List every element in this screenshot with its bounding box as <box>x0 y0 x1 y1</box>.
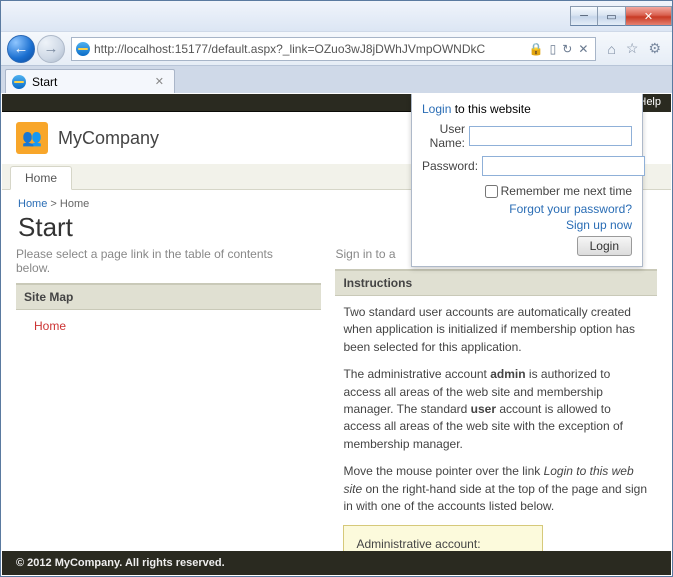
remember-row: Remember me next time <box>422 182 632 200</box>
browser-window: ─ ▭ ✕ ← → 🔒 ▯ ↻ ✕ ⌂ ☆ ⚙ Start ✕ <box>0 0 673 577</box>
remember-label[interactable]: Remember me next time <box>501 184 632 198</box>
login-button[interactable]: Login <box>577 236 632 256</box>
back-button[interactable]: ← <box>7 35 35 63</box>
tab-close-icon[interactable]: ✕ <box>155 75 164 88</box>
instructions-header: Instructions <box>335 269 657 296</box>
logo-icon: 👥 <box>16 122 48 154</box>
sitemap-body: Home <box>16 310 321 343</box>
ie-icon <box>76 42 90 56</box>
home-icon[interactable]: ⌂ <box>607 41 615 57</box>
right-column: Sign in to a Instructions Two standard u… <box>335 245 657 575</box>
window-buttons: ─ ▭ ✕ <box>570 6 672 26</box>
login-popup: Login to this website User Name: Passwor… <box>411 94 643 267</box>
login-links: Forgot your password? Sign up now <box>422 202 632 232</box>
brand-name: MyCompany <box>58 128 159 149</box>
close-button[interactable]: ✕ <box>626 6 672 26</box>
favorites-icon[interactable]: ☆ <box>626 40 639 57</box>
sitemap-header: Site Map <box>16 283 321 310</box>
nav-toolbar: ← → 🔒 ▯ ↻ ✕ ⌂ ☆ ⚙ <box>1 31 672 65</box>
address-bar-tools: 🔒 ▯ ↻ ✕ <box>526 42 592 56</box>
para3: Move the mouse pointer over the link Log… <box>343 463 649 515</box>
login-button-row: Login <box>422 236 632 256</box>
breadcrumb-home[interactable]: Home <box>18 198 47 210</box>
footer: © 2012 MyCompany. All rights reserved. <box>2 551 671 575</box>
remember-checkbox[interactable] <box>485 185 498 198</box>
tab-favicon <box>12 75 26 89</box>
security-icon[interactable]: 🔒 <box>529 42 544 56</box>
minimize-button[interactable]: ─ <box>570 6 598 26</box>
gear-icon[interactable]: ⚙ <box>648 40 661 57</box>
sitemap-home-link[interactable]: Home <box>24 319 66 333</box>
page-viewport: Help 👥 MyCompany Home Home > Home Start … <box>2 94 671 575</box>
left-subtext: Please select a page link in the table o… <box>16 245 321 283</box>
password-label: Password: <box>422 159 482 173</box>
maximize-button[interactable]: ▭ <box>598 6 626 26</box>
refresh-icon[interactable]: ↻ <box>562 42 572 56</box>
tab-title: Start <box>32 75 57 89</box>
password-row: Password: <box>422 156 632 176</box>
url-input[interactable] <box>94 42 526 56</box>
browser-tools: ⌂ ☆ ⚙ <box>602 40 666 57</box>
login-title: Login to this website <box>422 102 632 116</box>
login-title-link[interactable]: Login <box>422 102 451 116</box>
username-row: User Name: <box>422 122 632 150</box>
password-input[interactable] <box>482 156 645 176</box>
tab-home[interactable]: Home <box>10 166 72 190</box>
para1: Two standard user accounts are automatic… <box>343 304 649 356</box>
columns: Please select a page link in the table o… <box>2 245 671 575</box>
breadcrumb-sep: > <box>50 198 59 210</box>
signup-link[interactable]: Sign up now <box>422 218 632 232</box>
para2: The administrative account admin is auth… <box>343 366 649 453</box>
username-input[interactable] <box>469 126 632 146</box>
left-column: Please select a page link in the table o… <box>16 245 321 575</box>
stop-icon[interactable]: ✕ <box>578 42 588 56</box>
browser-tab[interactable]: Start ✕ <box>5 69 175 93</box>
compat-icon[interactable]: ▯ <box>550 42 557 56</box>
address-bar[interactable]: 🔒 ▯ ↻ ✕ <box>71 37 596 61</box>
forgot-password-link[interactable]: Forgot your password? <box>422 202 632 216</box>
breadcrumb-current: Home <box>60 198 89 210</box>
titlebar[interactable]: ─ ▭ ✕ <box>1 1 672 31</box>
instructions-body: Two standard user accounts are automatic… <box>335 296 657 575</box>
tab-bar: Start ✕ <box>1 65 672 93</box>
forward-button[interactable]: → <box>37 35 65 63</box>
username-label: User Name: <box>422 122 469 150</box>
